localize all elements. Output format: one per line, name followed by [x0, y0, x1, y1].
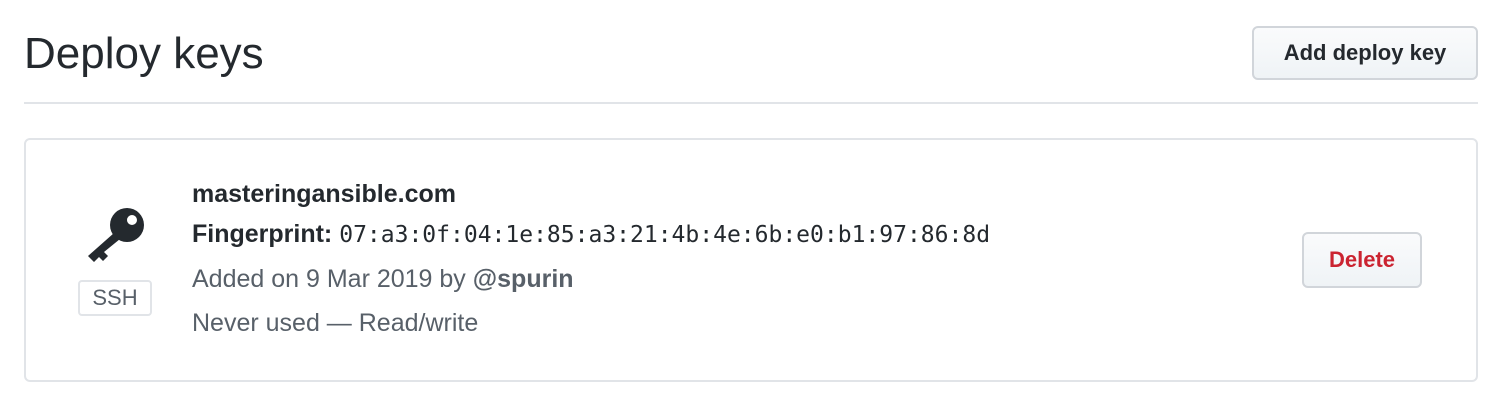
key-details: masteringansible.com Fingerprint: 07:a3:… — [192, 176, 990, 345]
deploy-key-item: SSH masteringansible.com Fingerprint: 07… — [24, 138, 1478, 382]
added-info: Added on 9 Mar 2019 by @spurin — [192, 257, 990, 301]
added-text: Added on 9 Mar 2019 by — [192, 265, 466, 293]
key-icon — [88, 208, 144, 262]
key-title: masteringansible.com — [192, 180, 456, 208]
fingerprint-row: Fingerprint: 07:a3:0f:04:1e:85:a3:21:4b:… — [192, 212, 990, 257]
page-header: Deploy keys Add deploy key — [24, 22, 1478, 104]
delete-button[interactable]: Delete — [1302, 232, 1422, 288]
fingerprint-label: Fingerprint: — [192, 220, 333, 248]
added-by-user: @spurin — [472, 265, 574, 293]
fingerprint-value: 07:a3:0f:04:1e:85:a3:21:4b:4e:6b:e0:b1:9… — [339, 222, 991, 248]
key-type-label: SSH — [78, 280, 152, 316]
page-title: Deploy keys — [24, 29, 264, 78]
add-deploy-key-button[interactable]: Add deploy key — [1252, 26, 1478, 80]
usage-info: Never used — Read/write — [192, 309, 479, 337]
